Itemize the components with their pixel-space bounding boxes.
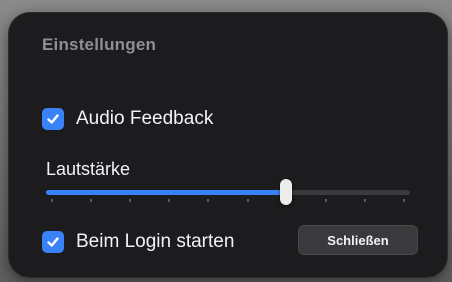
volume-slider-tick <box>246 199 249 202</box>
settings-panel: Einstellungen Audio Feedback Lautstärke … <box>8 12 448 278</box>
checkmark-icon <box>47 237 59 247</box>
volume-slider-thumb[interactable] <box>280 179 292 205</box>
volume-slider-tick <box>129 199 132 202</box>
panel-title: Einstellungen <box>42 35 157 54</box>
volume-slider-ticks <box>46 199 410 203</box>
start-at-login-option[interactable]: Beim Login starten <box>42 231 234 253</box>
volume-slider-tick <box>363 199 366 202</box>
volume-slider-tick <box>207 199 210 202</box>
start-at-login-label: Beim Login starten <box>76 231 235 252</box>
checkmark-icon <box>47 114 59 124</box>
volume-slider-tick <box>324 199 327 202</box>
volume-slider-tick <box>51 199 53 202</box>
close-button[interactable]: Schließen <box>298 225 418 255</box>
volume-slider-fill <box>46 190 286 195</box>
volume-slider-tick <box>403 199 405 202</box>
audio-feedback-checkbox[interactable] <box>42 108 64 130</box>
volume-label: Lautstärke <box>46 159 131 179</box>
volume-slider-tick <box>168 199 171 202</box>
start-at-login-checkbox[interactable] <box>42 231 64 253</box>
volume-slider-tick <box>90 199 93 202</box>
audio-feedback-option[interactable]: Audio Feedback <box>42 108 213 130</box>
volume-slider[interactable] <box>46 179 410 207</box>
audio-feedback-label: Audio Feedback <box>76 108 214 129</box>
